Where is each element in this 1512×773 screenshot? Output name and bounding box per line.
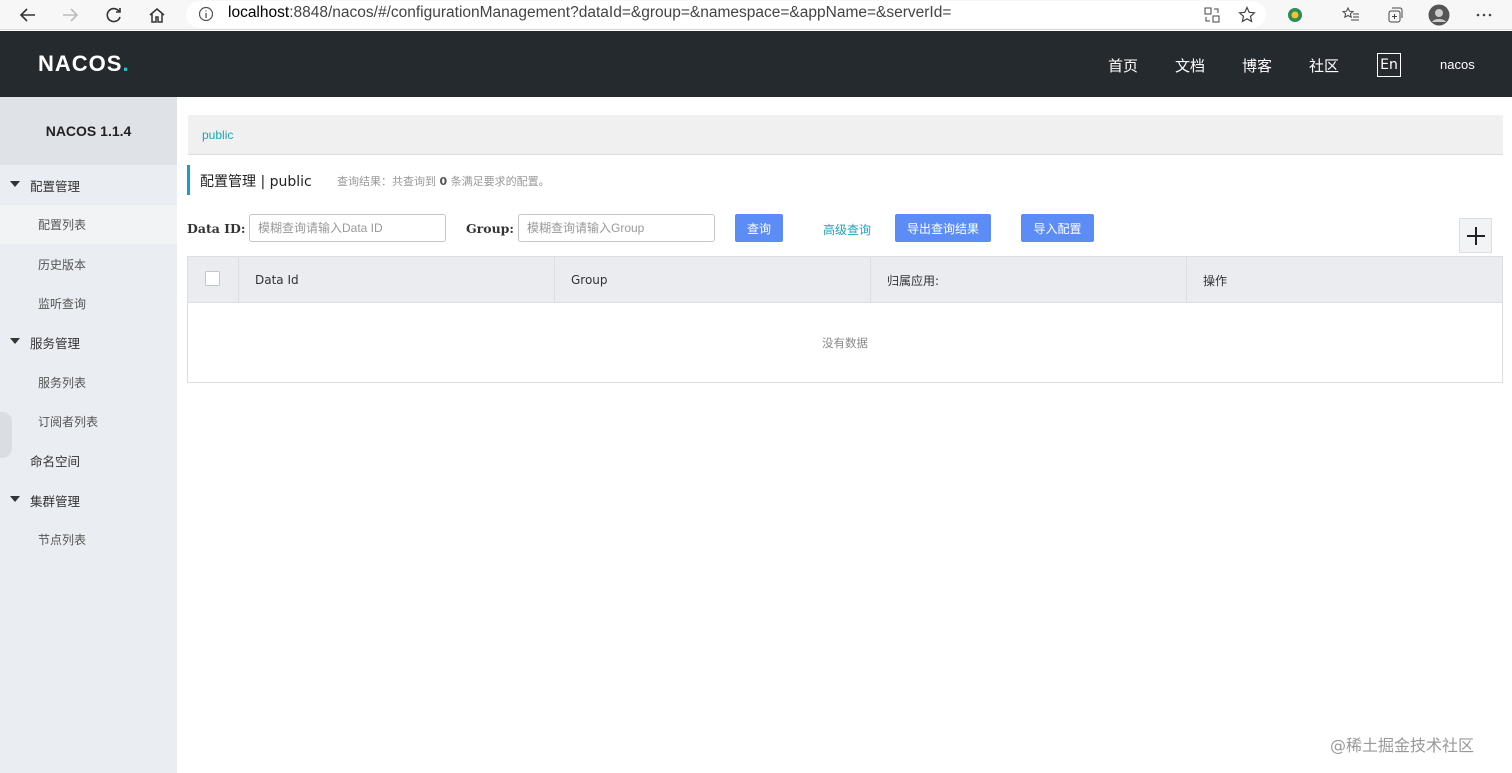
column-header-label: Data Id (255, 273, 299, 287)
import-config-button[interactable]: 导入配置 (1021, 214, 1094, 242)
select-all-checkbox[interactable] (205, 271, 220, 286)
more-menu-icon[interactable] (1472, 3, 1496, 27)
add-config-button[interactable] (1459, 218, 1492, 253)
menu-item-service-list[interactable]: 服务列表 (0, 363, 177, 402)
menu-group-label: 命名空间 (30, 454, 81, 469)
extension-globe-icon[interactable] (1283, 3, 1307, 27)
menu-item-history[interactable]: 历史版本 (0, 245, 177, 284)
caret-down-icon (10, 181, 20, 187)
menu-namespace[interactable]: 命名空间 (0, 441, 177, 480)
column-header-actions: 操作 (1186, 257, 1502, 303)
table-header: Data Id Group 归属应用: 操作 (188, 257, 1502, 303)
menu-item-label: 配置列表 (38, 218, 87, 232)
group-input[interactable] (518, 214, 715, 242)
column-header-group: Group (554, 257, 870, 303)
menu-item-label: 历史版本 (38, 258, 87, 272)
nav-blog[interactable]: 博客 (1242, 55, 1272, 76)
query-button[interactable]: 查询 (735, 214, 783, 242)
back-arrow-icon[interactable] (16, 3, 40, 27)
browser-toolbar: localhost:8848/nacos/#/configurationMana… (0, 0, 1512, 30)
menu-group-label: 服务管理 (30, 336, 81, 351)
query-result-summary: 查询结果：共查询到 0 条满足要求的配置。 (337, 175, 550, 188)
info-icon[interactable] (198, 6, 214, 26)
menu-item-node-list[interactable]: 节点列表 (0, 520, 177, 559)
favorite-star-icon[interactable] (1235, 3, 1259, 27)
empty-table-message: 没有数据 (822, 336, 868, 350)
nav-home[interactable]: 首页 (1108, 55, 1138, 76)
sidebar: NACOS 1.1.4 配置管理 配置列表 历史版本 监听查询 服务管理 服务列… (0, 97, 177, 773)
menu-group-label: 配置管理 (30, 179, 81, 194)
namespace-bar: public (188, 115, 1503, 155)
export-results-button[interactable]: 导出查询结果 (895, 214, 991, 242)
column-header-label: 操作 (1203, 273, 1228, 288)
menu-item-label: 节点列表 (38, 533, 87, 547)
data-id-label: Data ID: (187, 221, 246, 236)
address-bar[interactable]: localhost:8848/nacos/#/configurationMana… (186, 1, 1266, 28)
menu-group-label: 集群管理 (30, 494, 81, 509)
data-id-input[interactable] (249, 214, 446, 242)
column-header-data-id: Data Id (238, 257, 554, 303)
translate-icon[interactable] (1200, 3, 1224, 27)
app-header: NACOS. 首页 文档 博客 社区 En nacos (0, 31, 1512, 97)
column-header-label: 归属应用: (887, 273, 940, 288)
plus-icon (1466, 226, 1485, 245)
advanced-query-link[interactable]: 高级查询 (823, 221, 871, 238)
menu-group-cluster[interactable]: 集群管理 (0, 481, 177, 520)
menu-group-service[interactable]: 服务管理 (0, 323, 177, 362)
home-icon[interactable] (145, 3, 169, 27)
menu-item-config-list[interactable]: 配置列表 (0, 205, 177, 244)
watermark: @稀土掘金技术社区 (1330, 736, 1475, 755)
column-header-app: 归属应用: (870, 257, 1186, 303)
favorites-list-icon[interactable] (1339, 3, 1363, 27)
sidebar-collapse-handle[interactable] (0, 412, 12, 458)
nav-docs[interactable]: 文档 (1175, 55, 1205, 76)
forward-arrow-icon[interactable] (58, 3, 82, 27)
menu-item-subscriber-list[interactable]: 订阅者列表 (0, 402, 177, 441)
collections-icon[interactable] (1383, 3, 1407, 27)
language-toggle[interactable]: En (1377, 53, 1401, 77)
menu-item-label: 服务列表 (38, 376, 87, 390)
profile-avatar[interactable] (1427, 3, 1451, 27)
menu-item-label: 订阅者列表 (38, 415, 99, 429)
menu-item-listener-query[interactable]: 监听查询 (0, 284, 177, 323)
refresh-icon[interactable] (102, 3, 126, 27)
column-header-label: Group (571, 273, 608, 287)
select-all-cell (188, 257, 238, 303)
user-name[interactable]: nacos (1440, 57, 1475, 72)
page-title: 配置管理 | public (200, 174, 312, 190)
menu-group-config[interactable]: 配置管理 (0, 166, 177, 205)
url-text[interactable]: localhost:8848/nacos/#/configurationMana… (228, 4, 951, 22)
page-title-row: 配置管理 | public 查询结果：共查询到 0 条满足要求的配置。 (187, 165, 687, 195)
menu-item-label: 监听查询 (38, 297, 87, 311)
caret-down-icon (10, 338, 20, 344)
nacos-logo[interactable]: NACOS. (38, 51, 130, 77)
caret-down-icon (10, 496, 20, 502)
sidebar-title: NACOS 1.1.4 (0, 97, 177, 165)
config-table: Data Id Group 归属应用: 操作 没有数据 (187, 256, 1503, 383)
group-label: Group: (466, 221, 515, 236)
nav-community[interactable]: 社区 (1309, 55, 1339, 76)
namespace-link-public[interactable]: public (202, 128, 233, 142)
